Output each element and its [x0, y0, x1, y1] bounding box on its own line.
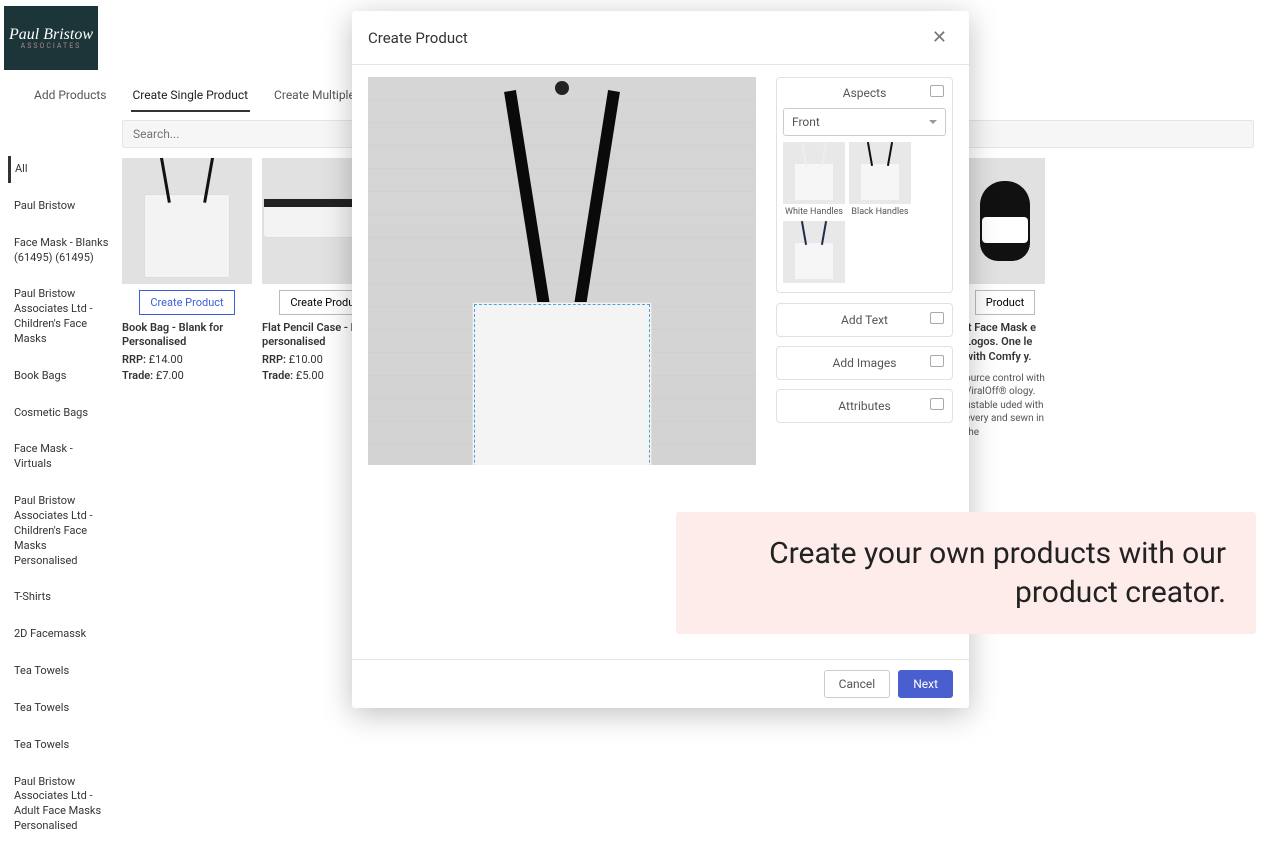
- variant-thumb[interactable]: White Handles: [783, 142, 845, 217]
- promo-text: Create your own products with our produc…: [706, 534, 1226, 612]
- design-area[interactable]: [474, 304, 650, 465]
- thumb-label: Black Handles: [849, 207, 911, 217]
- modal-header: Create Product ✕: [352, 11, 969, 65]
- next-button[interactable]: Next: [898, 670, 953, 698]
- aspect-dropdown[interactable]: Front: [783, 108, 946, 136]
- aspects-section: Aspects Front White Handles Black Handle…: [776, 77, 953, 293]
- camera-icon: [930, 398, 944, 410]
- product-preview[interactable]: [368, 77, 756, 465]
- modal-title: Create Product: [368, 29, 468, 47]
- variant-thumbs: White Handles Black Handles: [777, 142, 952, 292]
- camera-icon: [930, 85, 944, 97]
- sidebar-item[interactable]: Paul Bristow Associates Ltd - Adult Face…: [8, 769, 116, 840]
- cancel-button[interactable]: Cancel: [824, 670, 891, 698]
- variant-thumb[interactable]: Black Handles: [849, 142, 911, 217]
- close-icon[interactable]: ✕: [926, 25, 953, 50]
- modal-footer: Cancel Next: [352, 659, 969, 708]
- attributes-button[interactable]: Attributes: [776, 389, 953, 423]
- add-text-button[interactable]: Add Text: [776, 303, 953, 337]
- aspects-heading: Aspects: [777, 78, 952, 108]
- camera-icon: [930, 312, 944, 324]
- sidebar-item[interactable]: Tea Towels: [8, 732, 116, 759]
- promo-banner: Create your own products with our produc…: [676, 512, 1256, 634]
- add-images-button[interactable]: Add Images: [776, 346, 953, 380]
- thumb-label: White Handles: [783, 207, 845, 217]
- camera-icon: [930, 355, 944, 367]
- variant-thumb[interactable]: [783, 221, 845, 286]
